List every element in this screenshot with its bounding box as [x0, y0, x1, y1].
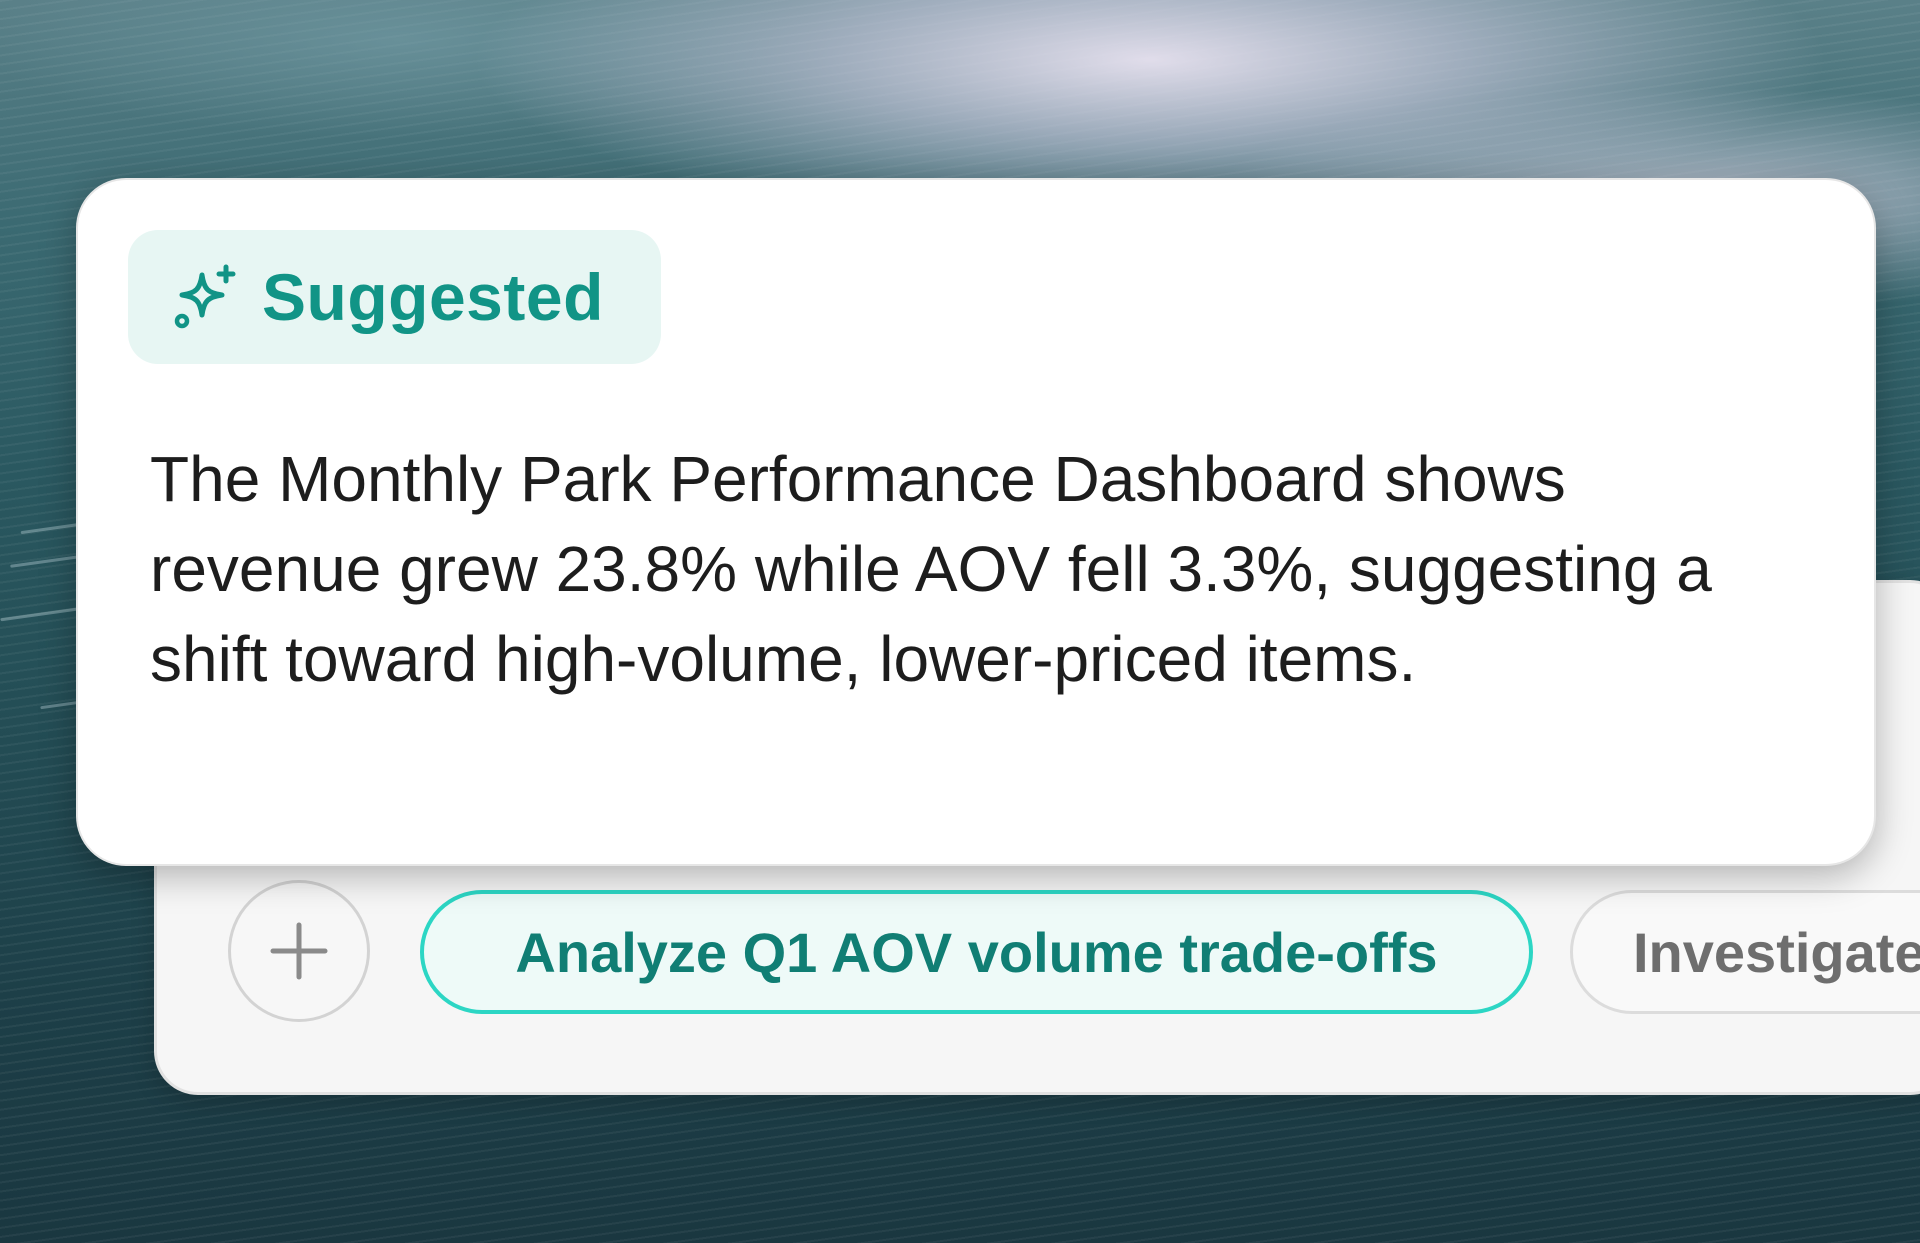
badge-label: Suggested	[262, 260, 604, 334]
plus-icon	[270, 922, 328, 980]
suggestion-chip-analyze[interactable]: Analyze Q1 AOV volume trade-offs	[420, 890, 1533, 1014]
add-attachment-button[interactable]	[228, 880, 370, 1022]
sparkles-icon	[174, 264, 236, 329]
suggestion-chip-label: Investigate	[1633, 920, 1920, 984]
suggestion-text: The Monthly Park Performance Dashboard s…	[150, 443, 1712, 695]
suggestion-card[interactable]: Suggested The Monthly Park Performance D…	[76, 178, 1876, 866]
suggested-badge: Suggested	[128, 230, 661, 364]
suggestion-chip-label: Analyze Q1 AOV volume trade-offs	[515, 920, 1438, 984]
suggestion-chip-investigate[interactable]: Investigate	[1570, 890, 1920, 1014]
